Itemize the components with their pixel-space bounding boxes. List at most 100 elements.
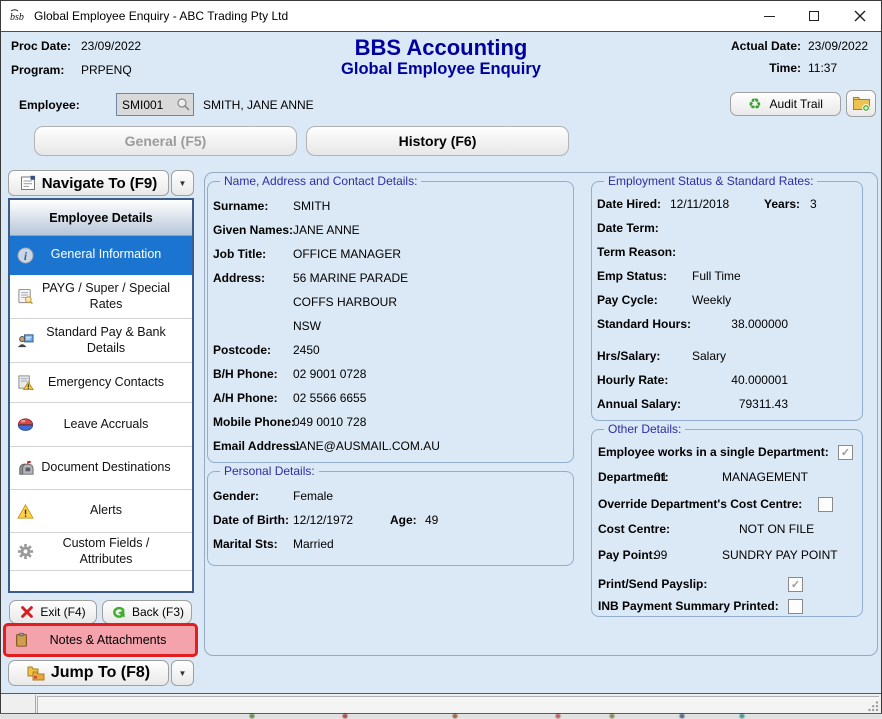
close-button[interactable] [844, 1, 876, 31]
date-time-block: Actual Date: 23/09/2022 Time: 11:37 [731, 39, 874, 75]
svg-text:bsb: bsb [10, 12, 24, 23]
tab-history[interactable]: History (F6) [306, 126, 569, 156]
sidebar-item-standard-pay-bank-details[interactable]: Standard Pay & Bank Details [10, 319, 192, 363]
field-value: 12/11/2018 [670, 197, 729, 211]
field-row: Postcode:2450 [208, 338, 573, 362]
field-value: JANE ANNE [293, 223, 360, 237]
field-row: INB Payment Summary Printed: [598, 596, 858, 616]
form-icon [20, 175, 36, 191]
department-name: MANAGEMENT [722, 470, 808, 484]
field-row: Job Title:OFFICE MANAGER [208, 242, 573, 266]
employee-lookup-icon[interactable] [176, 97, 191, 112]
field-row: Annual Salary:79311.43 [592, 392, 862, 416]
jump-dropdown-button[interactable]: ▼ [171, 660, 194, 686]
sidebar-item-emergency-contacts[interactable]: Emergency Contacts [10, 363, 192, 403]
exit-label: Exit (F4) [40, 605, 85, 619]
employment-status-panel: Employment Status & Standard Rates: Date… [591, 181, 863, 421]
back-button[interactable]: Back (F3) [102, 600, 192, 624]
cost-centre-value: NOT ON FILE [739, 522, 814, 536]
clipboard-icon [14, 631, 29, 649]
sidebar-item-label: Alerts [37, 503, 189, 519]
navigate-to-button[interactable]: Navigate To (F9) [8, 170, 169, 196]
override-cost-centre-checkbox[interactable] [818, 497, 833, 512]
minimize-icon [764, 16, 775, 17]
field-row: Standard Hours:38.000000 [592, 312, 862, 336]
field-row: Department: 01 MANAGEMENT [598, 467, 858, 487]
open-folder-button[interactable] [846, 90, 876, 117]
field-label: Job Title: [213, 247, 266, 261]
field-value: 02 5566 6655 [293, 391, 366, 405]
field-label: Email Address: [213, 439, 300, 453]
field-value: 56 MARINE PARADE [293, 271, 408, 285]
other-panel-title: Other Details: [604, 422, 685, 436]
field-value: 38.000000 [670, 317, 788, 331]
status-bar-cell [1, 695, 36, 714]
time-value: 11:37 [808, 61, 874, 75]
maximize-button[interactable] [798, 1, 830, 31]
sidebar-item-label: Standard Pay & Bank Details [37, 325, 189, 356]
field-row: Employee works in a single Department: ✓ [598, 442, 858, 462]
sidebar-item-label: PAYG / Super / Special Rates [37, 281, 189, 312]
field-label: Postcode: [213, 343, 271, 357]
notes-attachments-button[interactable]: Notes & Attachments [3, 623, 198, 657]
employee-name: SMITH, JANE ANNE [203, 98, 314, 112]
sidebar-item-label: Leave Accruals [37, 417, 189, 433]
field-value: SMITH [293, 199, 330, 213]
employment-panel-title: Employment Status & Standard Rates: [604, 174, 817, 188]
single-department-checkbox[interactable]: ✓ [838, 445, 853, 460]
field-label: Employee works in a single Department: [598, 445, 829, 459]
field-label: Date Term: [597, 221, 659, 235]
field-value: Salary [692, 349, 726, 363]
gear-icon [13, 543, 37, 560]
field-label: Date Hired: [597, 197, 661, 211]
navigate-dropdown-button[interactable]: ▼ [171, 170, 194, 196]
document-warning-icon [13, 374, 37, 391]
sidebar-item-label: Custom Fields / Attributes [37, 536, 189, 567]
audit-trail-label: Audit Trail [770, 97, 823, 111]
field-label: Mobile Phone: [213, 415, 295, 429]
inb-payment-summary-checkbox[interactable] [788, 599, 803, 614]
audit-trail-button[interactable]: ♻ Audit Trail [730, 92, 841, 116]
department-code: 01 [654, 470, 667, 484]
warning-icon [13, 503, 37, 520]
field-value: NSW [293, 319, 321, 333]
document-search-icon [13, 288, 37, 305]
field-label: Hrs/Salary: [597, 349, 660, 363]
app-logo-icon: bsb [9, 8, 27, 24]
sidebar-item-leave-accruals[interactable]: Leave Accruals [10, 403, 192, 447]
sidebar-item-general-information[interactable]: i General Information [10, 236, 192, 275]
print-send-payslip-checkbox[interactable]: ✓ [788, 577, 803, 592]
title-bar: bsb Global Employee Enquiry - ABC Tradin… [1, 1, 881, 32]
status-bar [1, 693, 881, 714]
minimize-button[interactable] [753, 1, 785, 31]
field-row: Hrs/Salary: Salary [592, 344, 862, 368]
pay-point-name: SUNDRY PAY POINT [722, 548, 838, 562]
field-row: Pay Cycle:Weekly [592, 288, 862, 312]
field-label: Emp Status: [597, 269, 667, 283]
field-label: B/H Phone: [213, 367, 278, 381]
field-label: Surname: [213, 199, 268, 213]
field-value: Full Time [692, 269, 741, 283]
resize-grip[interactable] [867, 700, 879, 712]
field-value: Married [293, 537, 334, 551]
sidebar-item-payg-super-special-rates[interactable]: PAYG / Super / Special Rates [10, 275, 192, 319]
pay-point-code: 99 [654, 548, 667, 562]
years-label: Years: [764, 197, 800, 211]
field-value: Weekly [692, 293, 731, 307]
years-value: 3 [810, 197, 817, 211]
sidebar-item-document-destinations[interactable]: Document Destinations [10, 447, 192, 490]
field-row: Address:56 MARINE PARADE [208, 266, 573, 290]
status-bar-message-area [37, 696, 879, 713]
jump-to-button[interactable]: Jump To (F8) [8, 660, 169, 686]
sidebar-navigation-list: Employee Details i General Information P… [8, 198, 194, 593]
folders-icon [27, 665, 45, 681]
sidebar-item-custom-fields-attributes[interactable]: Custom Fields / Attributes [10, 533, 192, 571]
exit-button[interactable]: Exit (F4) [9, 600, 97, 624]
employee-code-input[interactable]: SMI001 [116, 93, 194, 116]
chevron-down-icon: ▼ [179, 179, 187, 188]
field-row: B/H Phone:02 9001 0728 [208, 362, 573, 386]
sidebar-item-alerts[interactable]: Alerts [10, 490, 192, 533]
field-value: 12/12/1972 [293, 513, 353, 527]
field-row: A/H Phone:02 5566 6655 [208, 386, 573, 410]
field-row: Surname: SMITH [208, 194, 573, 218]
